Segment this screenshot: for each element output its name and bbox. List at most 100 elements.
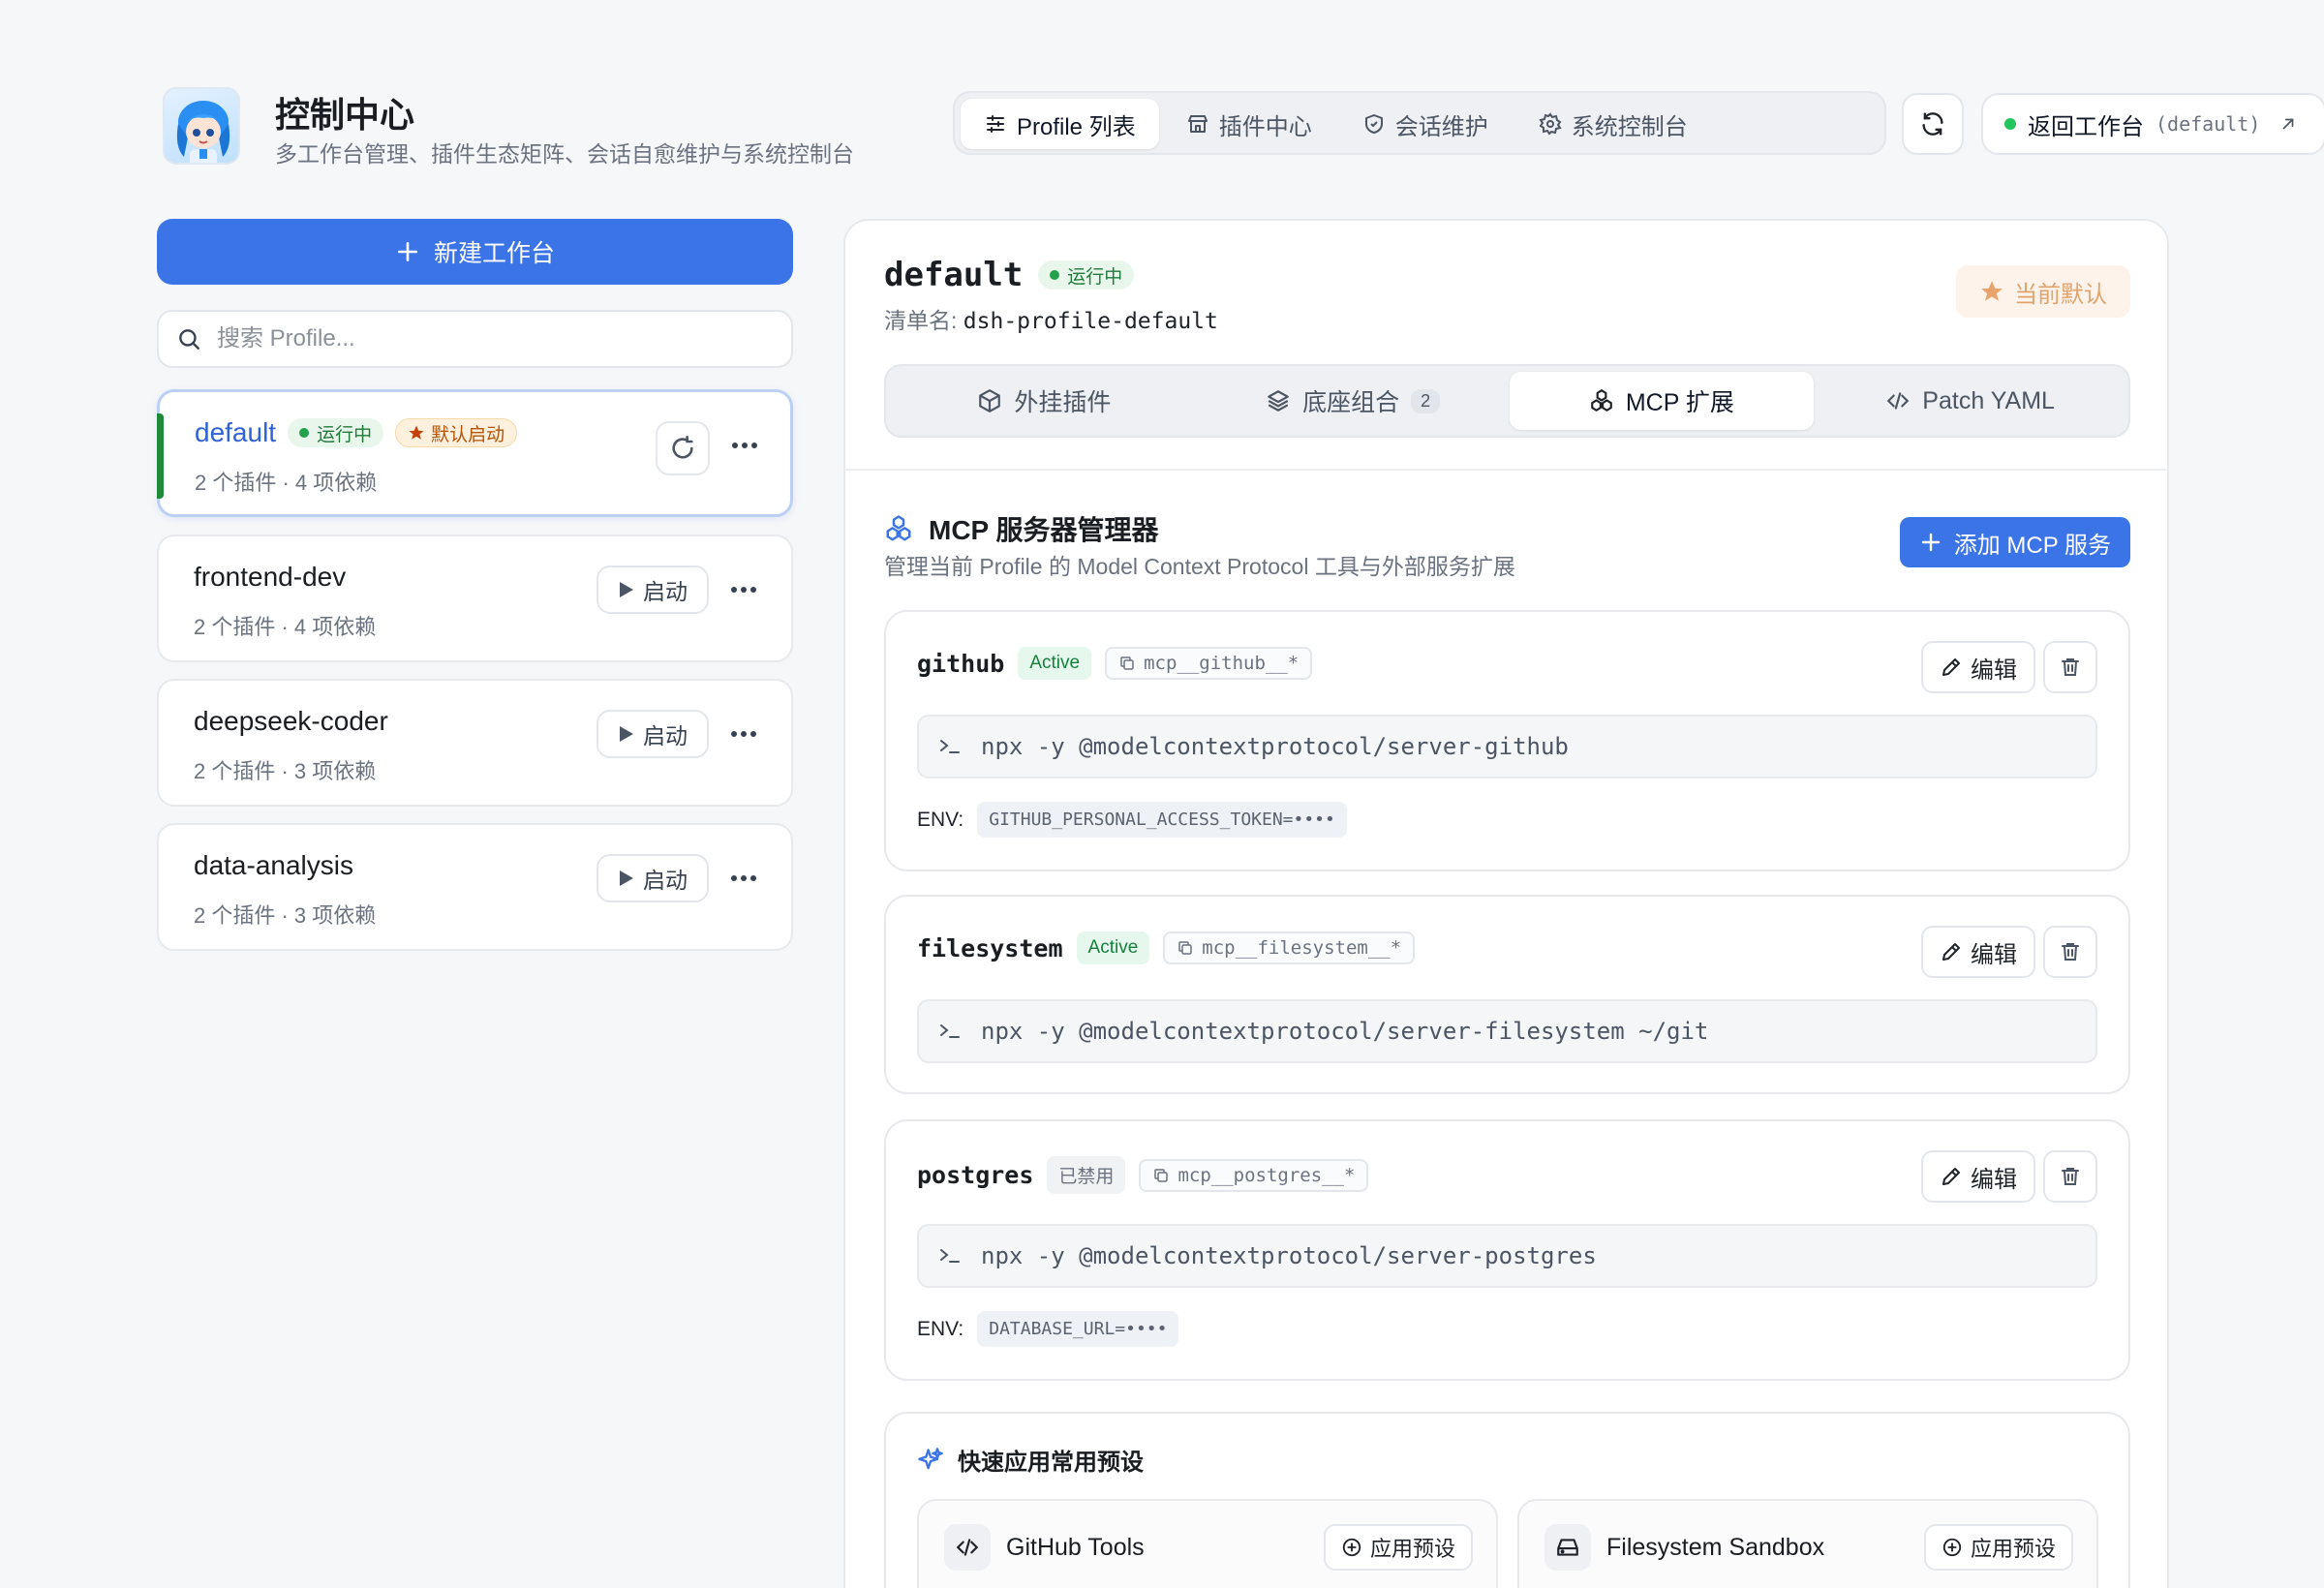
mcp-server-card-filesystem: filesystem Active mcp__filesystem__* 编辑 … [884, 895, 2130, 1094]
sparkles-icon [918, 1447, 943, 1469]
code-icon [1887, 392, 1910, 410]
terminal-icon [940, 1249, 960, 1263]
section-subtitle: 管理当前 Profile 的 Model Context Protocol 工具… [884, 554, 1515, 579]
tab-external-plugins[interactable]: 外挂插件 [892, 372, 1197, 430]
plus-icon [1921, 533, 1940, 552]
more-horizontal-icon [731, 875, 756, 881]
pencil-icon [1942, 943, 1960, 961]
search-input[interactable] [217, 325, 759, 352]
profile-detail-panel: default 运行中 清单名: dsh-profile-default 当前默… [843, 219, 2169, 1588]
command-field[interactable]: npx -y @modelcontextprotocol/server-gith… [917, 715, 2097, 779]
profile-title-row: default 运行中 [884, 256, 1135, 294]
package-icon [979, 389, 1001, 412]
start-button[interactable]: 启动 [596, 565, 709, 614]
mcp-server-header: postgres 已禁用 mcp__postgres__* [917, 1156, 1369, 1194]
avatar [163, 87, 240, 165]
mcp-server-header: github Active mcp__github__* [917, 647, 1313, 680]
copy-icon [1120, 657, 1134, 670]
more-horizontal-icon [732, 443, 757, 448]
profile-meta: 2 个插件 · 4 项依赖 [194, 615, 377, 639]
profile-card-frontend-dev[interactable]: frontend-dev 2 个插件 · 4 项依赖 启动 [157, 534, 793, 662]
play-icon [620, 582, 633, 597]
status-badge: 已禁用 [1047, 1156, 1126, 1194]
new-workspace-label: 新建工作台 [433, 240, 555, 267]
boxes-icon [1591, 389, 1612, 412]
namespace-pill[interactable]: mcp__postgres__* [1139, 1158, 1369, 1192]
tab-mcp-extension[interactable]: MCP 扩展 [1509, 372, 1815, 430]
command-field[interactable]: npx -y @modelcontextprotocol/server-file… [917, 999, 2097, 1063]
tab-profile-list[interactable]: Profile 列表 [961, 99, 1159, 149]
tab-label: 插件中心 [1218, 113, 1312, 140]
apply-preset-button[interactable]: 应用预设 [1923, 1524, 2073, 1571]
delete-button[interactable] [2043, 641, 2097, 693]
presets-title: 快速应用常用预设 [917, 1443, 1144, 1477]
more-menu-button[interactable] [725, 431, 764, 460]
top-nav: Profile 列表 插件中心 会话维护 系统控制台 [953, 91, 1886, 155]
edit-button[interactable]: 编辑 [1921, 641, 2035, 693]
tab-plugin-center[interactable]: 插件中心 [1163, 99, 1335, 149]
boxes-icon [886, 515, 911, 541]
profile-meta: 2 个插件 · 4 项依赖 [195, 471, 378, 495]
tab-label: 会话维护 [1394, 113, 1488, 140]
profile-name-row: frontend-dev [194, 562, 346, 593]
delete-button[interactable] [2043, 926, 2097, 978]
code-icon [944, 1524, 991, 1571]
profile-title: default [884, 256, 1024, 294]
delete-button[interactable] [2043, 1150, 2097, 1203]
add-mcp-service-button[interactable]: 添加 MCP 服务 [1899, 517, 2130, 567]
env-row: ENV: DATABASE_URL=•••• [917, 1311, 1179, 1347]
tab-system-console[interactable]: 系统控制台 [1515, 99, 1711, 149]
start-button[interactable]: 启动 [596, 710, 709, 758]
status-badge: 运行中 [288, 418, 384, 447]
trash-icon [2062, 943, 2079, 961]
search-icon [179, 329, 199, 350]
more-menu-button[interactable] [724, 719, 763, 748]
mcp-server-header: filesystem Active mcp__filesystem__* [917, 931, 1416, 964]
copy-icon [1154, 1168, 1169, 1182]
back-to-workspace-button[interactable]: 返回工作台 (default) [1981, 93, 2324, 155]
profile-name: frontend-dev [194, 562, 347, 592]
tab-patch-yaml[interactable]: Patch YAML [1818, 372, 2123, 430]
status-badge: Active [1018, 647, 1092, 680]
quick-presets-panel: 快速应用常用预设 GitHub Tools 应用预设 Filesystem Sa… [884, 1412, 2130, 1588]
terminal-icon [940, 740, 960, 753]
namespace-pill[interactable]: mcp__github__* [1105, 647, 1313, 680]
apply-preset-button[interactable]: 应用预设 [1323, 1524, 1473, 1571]
tab-session-maintenance[interactable]: 会话维护 [1339, 99, 1512, 149]
edit-button[interactable]: 编辑 [1921, 926, 2035, 978]
env-value: DATABASE_URL=•••• [977, 1311, 1179, 1347]
preset-card-filesystem-sandbox: Filesystem Sandbox 应用预设 [1517, 1499, 2098, 1588]
trash-icon [2062, 1168, 2079, 1185]
mcp-server-card-github: github Active mcp__github__* 编辑 npx -y @… [884, 610, 2130, 871]
more-menu-button[interactable] [724, 575, 763, 604]
new-workspace-button[interactable]: 新建工作台 [157, 219, 793, 285]
command-field[interactable]: npx -y @modelcontextprotocol/server-post… [917, 1224, 2097, 1288]
terminal-icon [940, 1024, 960, 1038]
profile-search [157, 310, 793, 368]
manifest-name: 清单名: dsh-profile-default [884, 308, 1218, 334]
more-menu-button[interactable] [724, 864, 763, 893]
profile-name-row: deepseek-coder [194, 706, 388, 737]
profile-card-deepseek-coder[interactable]: deepseek-coder 2 个插件 · 3 项依赖 启动 [157, 679, 793, 807]
mcp-server-name: filesystem [917, 933, 1063, 962]
refresh-button[interactable] [1902, 93, 1964, 155]
profile-name: default [195, 417, 277, 447]
preset-name: Filesystem Sandbox [1606, 1534, 1825, 1561]
profile-card-default[interactable]: default 运行中 默认启动 2 个插件 · 4 项依赖 [157, 389, 793, 517]
tab-base-combination[interactable]: 底座组合 2 [1201, 372, 1506, 430]
divider [845, 469, 2167, 471]
profile-card-data-analysis[interactable]: data-analysis 2 个插件 · 3 项依赖 启动 [157, 823, 793, 951]
restart-button[interactable] [656, 421, 710, 475]
tab-label: 系统控制台 [1571, 113, 1688, 140]
page-subtitle: 多工作台管理、插件生态矩阵、会话自愈维护与系统控制台 [275, 141, 854, 167]
namespace-pill[interactable]: mcp__filesystem__* [1163, 931, 1416, 964]
plus-circle-icon [1342, 1538, 1361, 1557]
refresh-icon [1922, 112, 1943, 136]
copy-icon [1178, 941, 1193, 955]
env-row: ENV: GITHUB_PERSONAL_ACCESS_TOKEN=•••• [917, 802, 1347, 838]
start-button[interactable]: 启动 [596, 854, 709, 902]
profile-meta: 2 个插件 · 3 项依赖 [194, 759, 377, 783]
section-title: MCP 服务器管理器 [884, 509, 1159, 548]
edit-button[interactable]: 编辑 [1921, 1150, 2035, 1203]
status-dot [2004, 118, 2016, 130]
